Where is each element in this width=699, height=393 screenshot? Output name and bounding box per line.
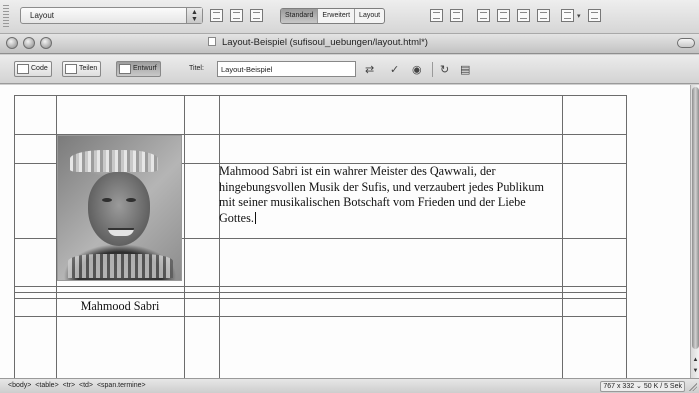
table-border [14,286,627,287]
dropdown-arrow-icon[interactable]: ▾ [577,11,581,22]
toolbar-grip[interactable] [3,5,9,29]
zoom-window-icon[interactable] [40,37,52,49]
document-icon [208,37,216,46]
document-titlebar: Layout-Beispiel (sufisoul_uebungen/layou… [0,34,699,54]
draw-layer-icon[interactable] [250,9,263,22]
table-border [14,95,15,378]
window-title-wrap: Layout-Beispiel (sufisoul_uebungen/layou… [208,37,428,48]
artist-description[interactable]: Mahmood Sabri ist ein wahrer Meister des… [219,164,557,226]
artist-photo[interactable] [57,135,182,281]
frames-menu-icon[interactable] [561,9,574,22]
scroll-thumb[interactable] [692,87,699,349]
file-management-icon[interactable]: ⇄ [365,64,374,75]
window-title: Layout-Beispiel (sufisoul_uebungen/layou… [222,37,428,48]
photo-caption[interactable]: Mahmood Sabri [56,299,184,314]
design-view-label: Entwurf [133,65,157,72]
toolbar-toggle-button[interactable] [677,38,695,48]
table-border [184,95,185,378]
artist-description-text: Mahmood Sabri ist ein wahrer Meister des… [219,164,544,225]
photo-eye [102,198,112,202]
document-toolbar: Code Teilen Entwurf Titel: ⇄ ✓ ◉ ↻ ▤ [0,55,699,84]
insert-column-right-icon[interactable] [537,9,550,22]
resize-grip-icon[interactable] [689,383,697,391]
design-canvas[interactable]: Mahmood Sabri ist ein wahrer Meister des… [0,85,690,378]
browser-check-icon[interactable]: ✓ [390,64,399,75]
tag-selector[interactable]: <body> <table> <tr> <td> <span.termine> [8,382,146,389]
table-border [219,95,220,378]
photo-cap [70,150,158,172]
preview-in-browser-icon[interactable]: ◉ [412,64,422,75]
photo-garland [68,254,173,278]
mode-expanded-button[interactable]: Erweitert [318,9,356,23]
table-border [14,292,627,293]
scroll-down-icon[interactable]: ▼ [691,367,699,375]
code-view-button[interactable]: Code [14,61,52,77]
select-arrows-icon: ▲ ▼ [186,8,202,23]
text-caret [254,211,256,224]
minimize-window-icon[interactable] [23,37,35,49]
code-view-label: Code [31,65,48,72]
design-view-icon [119,64,131,74]
code-view-icon [17,64,29,74]
split-view-label: Teilen [79,65,98,72]
layout-table-icon[interactable] [450,9,463,22]
vertical-scrollbar[interactable]: ▲ ▼ [690,85,699,378]
table-border [562,95,563,378]
design-view-button[interactable]: Entwurf [116,61,161,77]
insert-column-left-icon[interactable] [517,9,530,22]
insert-row-above-icon[interactable] [477,9,490,22]
split-view-button[interactable]: Teilen [62,61,102,77]
mode-layout-button[interactable]: Layout [355,9,384,23]
table-icon[interactable] [210,9,223,22]
insert-div-icon[interactable] [230,9,243,22]
insert-row-below-icon[interactable] [497,9,510,22]
window-size-info[interactable]: 767 x 332 ⌄ 50 K / 5 Sek [600,381,685,392]
scroll-up-icon[interactable]: ▲ [691,356,699,364]
table-border [14,316,627,317]
insert-bar: Layout ▲ ▼ Standard Erweitert Layout ▾ [0,0,699,34]
tabular-data-icon[interactable] [588,9,601,22]
layout-mode-group: Standard Erweitert Layout [280,8,386,24]
table-border [14,95,627,96]
split-view-icon [65,64,77,74]
insert-category-select[interactable]: Layout ▲ ▼ [20,7,203,24]
mode-standard-button[interactable]: Standard [281,9,319,23]
page-title-input[interactable] [217,61,356,77]
photo-mouth [108,228,134,236]
toolbar-divider [432,62,433,77]
refresh-icon[interactable]: ↻ [440,64,449,75]
frames-icon[interactable] [430,9,443,22]
photo-eye [126,198,136,202]
title-label: Titel: [189,65,204,72]
status-bar: <body> <table> <tr> <td> <span.termine> … [0,378,699,393]
insert-category-label: Layout [30,11,55,20]
close-window-icon[interactable] [6,37,18,49]
view-options-icon[interactable]: ▤ [460,64,470,75]
table-border [626,95,627,378]
